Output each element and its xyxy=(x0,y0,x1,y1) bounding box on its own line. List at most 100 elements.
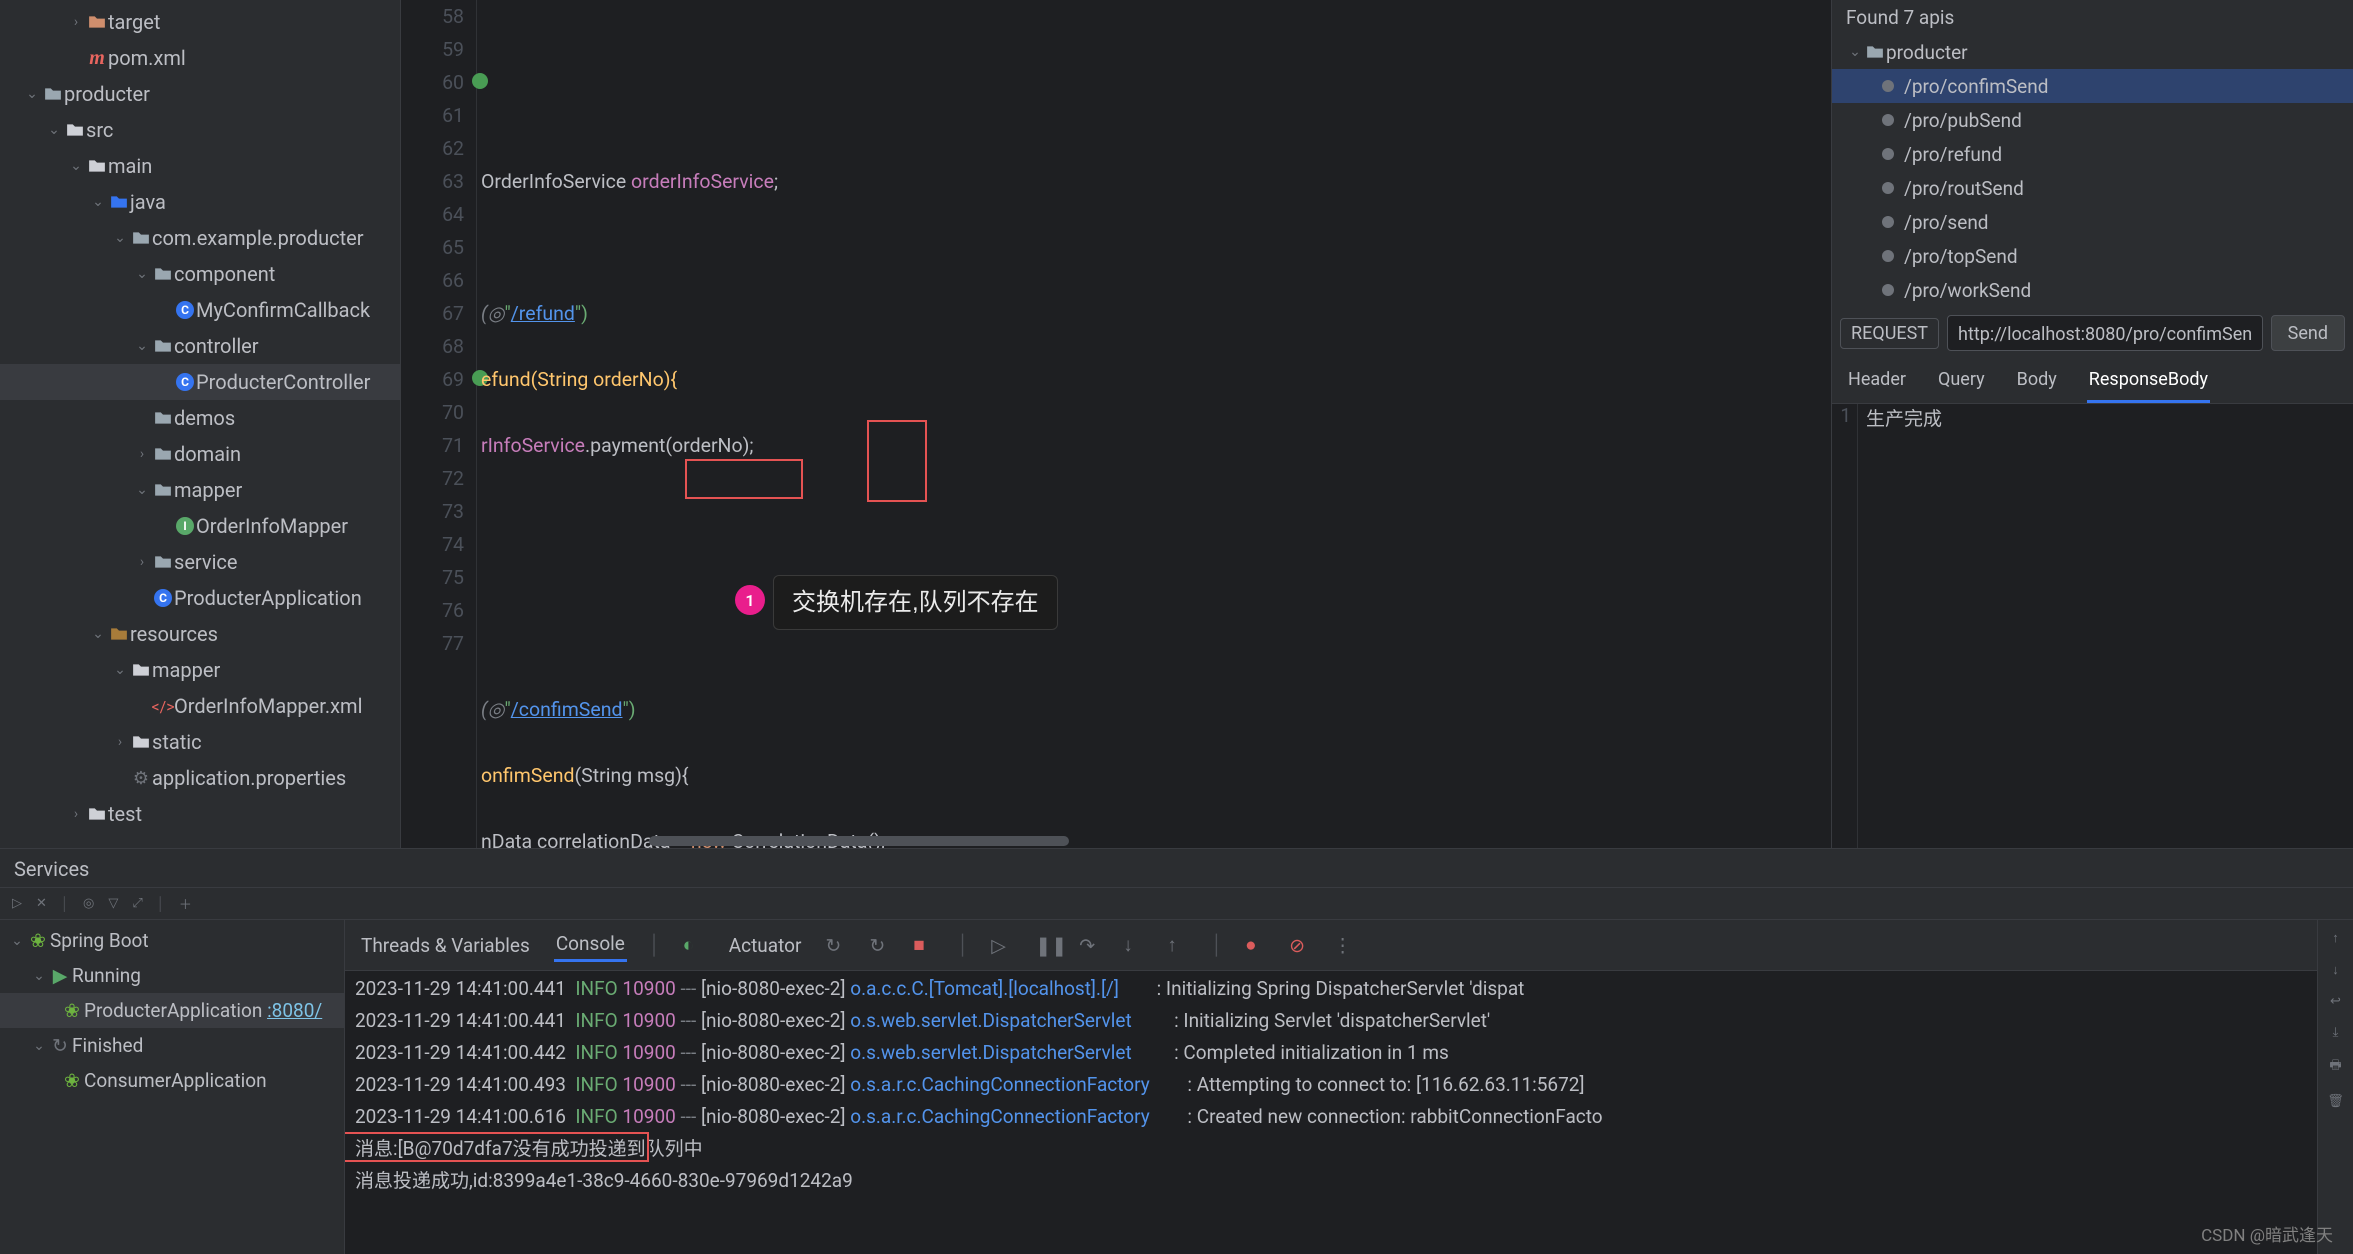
stop-icon[interactable]: ■ xyxy=(913,933,935,957)
service-app-consumer[interactable]: ❀ ConsumerApplication xyxy=(0,1063,344,1098)
tree-item-test[interactable]: ›test xyxy=(0,796,400,832)
editor-horizontal-scrollbar[interactable] xyxy=(649,834,1831,848)
tree-item-mapper[interactable]: ⌄mapper xyxy=(0,472,400,508)
breakpoint-icon[interactable]: ● xyxy=(1245,933,1267,957)
services-root-spring[interactable]: ⌄❀ Spring Boot xyxy=(0,923,344,958)
scroll-down-icon[interactable]: ↓ xyxy=(2332,962,2339,978)
tree-item-domain[interactable]: ›domain xyxy=(0,436,400,472)
tree-item-demos[interactable]: demos xyxy=(0,400,400,436)
tree-item-orderinfomapper-xml[interactable]: </>OrderInfoMapper.xml xyxy=(0,688,400,724)
services-running-group[interactable]: ⌄▶ Running xyxy=(0,958,344,993)
rest-tab-body[interactable]: Body xyxy=(2015,363,2059,403)
tree-item-productercontroller[interactable]: CProducterController xyxy=(0,364,400,400)
add-icon[interactable]: ＋ xyxy=(179,894,192,913)
chevron-icon[interactable]: › xyxy=(110,734,130,750)
tree-item-static[interactable]: › static xyxy=(0,724,400,760)
tree-item-resources[interactable]: ⌄resources xyxy=(0,616,400,652)
project-tree-panel[interactable]: ›targetmpom.xml⌄producter⌄src⌄main⌄java⌄… xyxy=(0,0,401,848)
wrap-icon[interactable]: ↩ xyxy=(2330,994,2341,1009)
tree-item-controller[interactable]: ⌄controller xyxy=(0,328,400,364)
tree-item-java[interactable]: ⌄java xyxy=(0,184,400,220)
app-port-link[interactable]: :8080/ xyxy=(267,999,322,1022)
tab-actuator[interactable]: Actuator xyxy=(727,930,804,961)
tree-item-label: static xyxy=(152,730,202,754)
chevron-icon[interactable]: ⌄ xyxy=(132,266,152,282)
request-url-input[interactable] xyxy=(1947,315,2263,351)
response-body-area[interactable]: 1 生产完成 xyxy=(1832,404,2353,848)
dot-icon xyxy=(1882,182,1894,194)
pause-icon[interactable]: ❚❚ xyxy=(1035,934,1057,957)
chevron-icon[interactable]: ⌄ xyxy=(88,626,108,642)
rerun-icon[interactable]: ↻ xyxy=(825,934,847,957)
chevron-icon[interactable]: ⌄ xyxy=(132,482,152,498)
tree-item-orderinfomapper[interactable]: IOrderInfoMapper xyxy=(0,508,400,544)
api-item[interactable]: /pro/routSend xyxy=(1832,171,2353,205)
api-item[interactable]: /pro/topSend xyxy=(1832,239,2353,273)
clear-icon[interactable]: 🗑 xyxy=(2327,1094,2344,1109)
services-finished-group[interactable]: ⌄↻ Finished xyxy=(0,1028,344,1063)
props-icon: ⚙ xyxy=(130,768,152,789)
rest-tab-query[interactable]: Query xyxy=(1936,363,1987,403)
mapping-refund[interactable]: /refund xyxy=(511,302,575,325)
stop-icon[interactable]: ▷ xyxy=(12,896,22,911)
overflow-icon[interactable]: ⋮ xyxy=(1333,934,1355,957)
rerun2-icon[interactable]: ↻ xyxy=(869,934,891,957)
tree-item-com-example-producter[interactable]: ⌄com.example.producter xyxy=(0,220,400,256)
api-item[interactable]: /pro/workSend xyxy=(1832,273,2353,307)
tree-item-mapper[interactable]: ⌄mapper xyxy=(0,652,400,688)
api-item[interactable]: /pro/confimSend xyxy=(1832,69,2353,103)
code-text: orderInfoService xyxy=(631,170,774,193)
expand-icon[interactable]: ⤢ xyxy=(132,896,142,911)
send-button[interactable]: Send xyxy=(2271,315,2345,351)
api-root[interactable]: ⌄producter xyxy=(1832,35,2353,69)
chevron-icon[interactable]: ⌄ xyxy=(110,662,130,678)
interface-icon: I xyxy=(174,517,196,535)
service-app-producter[interactable]: ❀ ProducterApplication :8080/ xyxy=(0,993,344,1028)
chevron-icon[interactable]: ⌄ xyxy=(88,194,108,210)
request-method-label[interactable]: REQUEST xyxy=(1840,318,1939,349)
step-out-icon[interactable]: ↑ xyxy=(1167,933,1189,957)
print-icon[interactable]: 🖶 xyxy=(2329,1056,2341,1078)
rest-tab-responsebody[interactable]: ResponseBody xyxy=(2087,363,2210,403)
chevron-icon[interactable]: ⌄ xyxy=(22,86,42,102)
chevron-icon[interactable]: ⌄ xyxy=(44,122,64,138)
scroll-end-icon[interactable]: ⤓ xyxy=(2333,1025,2339,1040)
api-item[interactable]: /pro/refund xyxy=(1832,137,2353,171)
chevron-icon[interactable]: ⌄ xyxy=(132,338,152,354)
chevron-icon[interactable]: ⌄ xyxy=(110,230,130,246)
tree-item-producterapplication[interactable]: CProducterApplication xyxy=(0,580,400,616)
tree-item-main[interactable]: ⌄main xyxy=(0,148,400,184)
services-tree[interactable]: ⌄❀ Spring Boot ⌄▶ Running ❀ ProducterApp… xyxy=(0,920,345,1254)
close-icon[interactable]: ✕ xyxy=(36,896,47,911)
mapping-confimsend[interactable]: /confimSend xyxy=(511,698,623,721)
tab-threads[interactable]: Threads & Variables xyxy=(359,930,532,961)
step-into-icon[interactable]: ↓ xyxy=(1123,933,1145,957)
step-over-icon[interactable]: ↷ xyxy=(1079,934,1101,957)
scroll-up-icon[interactable]: ↑ xyxy=(2332,930,2339,946)
api-path: /pro/routSend xyxy=(1904,177,2024,200)
tree-item-application-properties[interactable]: ⚙application.properties xyxy=(0,760,400,796)
chevron-icon[interactable]: ⌄ xyxy=(66,158,86,174)
tab-console[interactable]: Console xyxy=(554,928,627,962)
chevron-icon[interactable]: › xyxy=(66,14,86,30)
tree-item-service[interactable]: ›service xyxy=(0,544,400,580)
tree-item-myconfirmcallback[interactable]: CMyConfirmCallback xyxy=(0,292,400,328)
resume-icon[interactable]: ▷ xyxy=(991,934,1013,957)
filter-icon[interactable]: ▽ xyxy=(108,896,118,911)
tree-item-pom-xml[interactable]: mpom.xml xyxy=(0,40,400,76)
chevron-icon[interactable]: › xyxy=(132,446,152,462)
rest-tab-header[interactable]: Header xyxy=(1846,363,1908,403)
console-log[interactable]: 2023-11-29 14:41:00.441 INFO 10900 --- [… xyxy=(345,971,2317,1254)
chevron-icon[interactable]: › xyxy=(132,554,152,570)
chevron-icon[interactable]: › xyxy=(66,806,86,822)
mute-bp-icon[interactable]: ⊘ xyxy=(1289,934,1311,957)
module-icon xyxy=(1864,43,1886,61)
api-item[interactable]: /pro/send xyxy=(1832,205,2353,239)
tree-item-component[interactable]: ⌄component xyxy=(0,256,400,292)
tree-item-producter[interactable]: ⌄producter xyxy=(0,76,400,112)
tree-item-target[interactable]: ›target xyxy=(0,4,400,40)
api-item[interactable]: /pro/pubSend xyxy=(1832,103,2353,137)
view-icon[interactable]: ◎ xyxy=(83,896,94,911)
tree-item-src[interactable]: ⌄src xyxy=(0,112,400,148)
code-editor[interactable]: 5859606162636465666768697071727374757677… xyxy=(401,0,1831,848)
